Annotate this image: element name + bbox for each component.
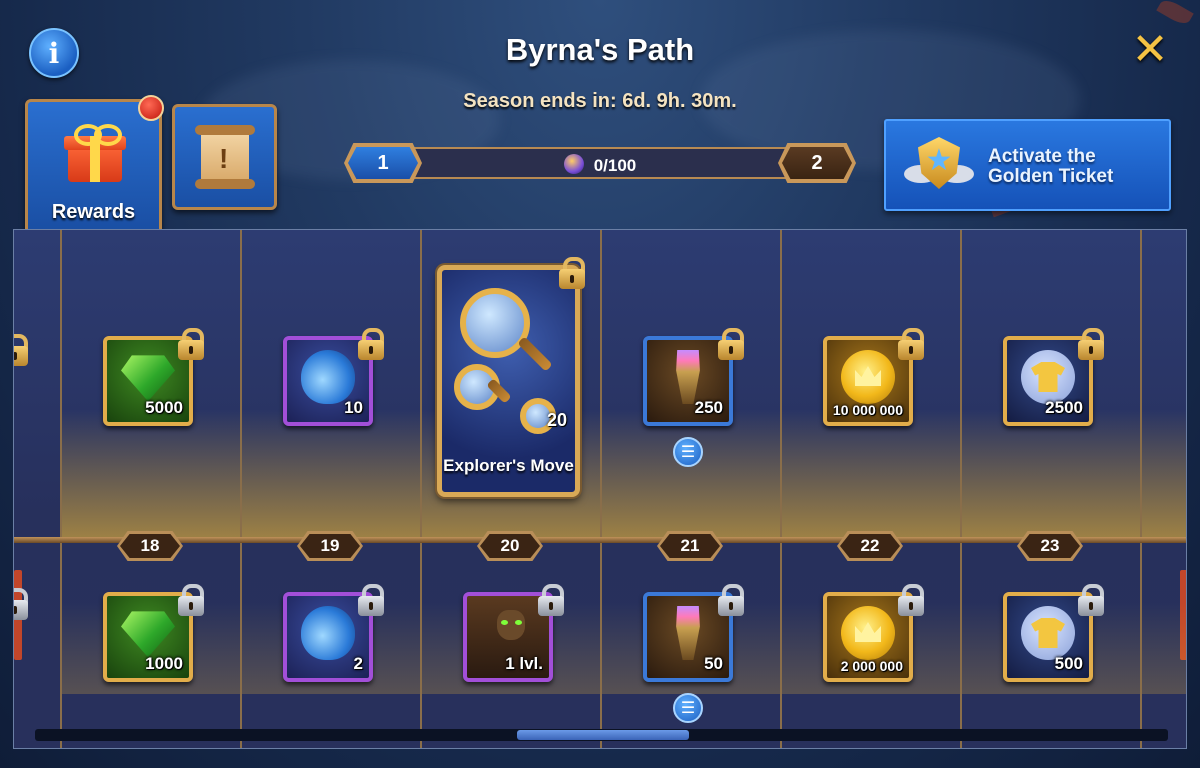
- gold-lock-icon: [358, 328, 384, 360]
- gift-icon: [64, 124, 126, 182]
- reward-column: [1140, 230, 1186, 748]
- level-marker: 19: [297, 531, 363, 561]
- scroll-icon: !: [195, 125, 255, 189]
- gold-lock-icon: [559, 257, 585, 289]
- emerald-icon: [121, 355, 175, 402]
- list-icon: ☰: [680, 444, 696, 461]
- silver-lock-icon: [718, 584, 744, 616]
- potion-icon: [301, 350, 355, 404]
- current-level-badge: 1: [344, 143, 422, 183]
- level-divider: [14, 537, 1186, 543]
- level-marker: 23: [1017, 531, 1083, 561]
- tab-quests[interactable]: !: [172, 104, 277, 210]
- silver-lock-icon: [538, 584, 564, 616]
- tab-rewards[interactable]: Rewards: [25, 99, 162, 232]
- close-icon: ✕: [1131, 25, 1169, 74]
- silver-lock-icon: [14, 588, 28, 620]
- reward-explorers-move[interactable]: 20 Explorer's Move: [437, 265, 580, 497]
- shirt-icon: [1021, 606, 1075, 660]
- level-progress-bar: 0/100: [395, 147, 805, 179]
- reward-name: Explorer's Move: [443, 456, 574, 475]
- gold-coin-icon: [841, 606, 895, 660]
- magnifier-icon: [460, 288, 530, 358]
- list-icon: ☰: [680, 700, 696, 717]
- tab-rewards-label: Rewards: [51, 201, 136, 223]
- horizontal-scrollbar[interactable]: [35, 729, 1168, 741]
- details-list-button[interactable]: ☰: [673, 437, 703, 467]
- potion-icon: [301, 606, 355, 660]
- level-marker: 22: [837, 531, 903, 561]
- notification-badge: [138, 95, 164, 121]
- close-button[interactable]: ✕: [1128, 28, 1172, 72]
- next-level-badge: 2: [778, 143, 856, 183]
- gold-lock-icon: [898, 328, 924, 360]
- level-marker: 21: [657, 531, 723, 561]
- gold-lock-icon: [178, 328, 204, 360]
- details-list-button[interactable]: ☰: [673, 693, 703, 723]
- rewards-track[interactable]: 18 19 20 21 22 23 5000 10 20 Explorer's …: [13, 229, 1187, 749]
- level-marker: 20: [477, 531, 543, 561]
- gold-lock-icon: [718, 328, 744, 360]
- gold-coin-icon: [841, 350, 895, 404]
- gold-lock-icon: [14, 334, 28, 366]
- hero-portrait-icon: [497, 610, 525, 640]
- shirt-icon: [1021, 350, 1075, 404]
- silver-lock-icon: [178, 584, 204, 616]
- path-points-icon: [563, 154, 584, 174]
- emerald-icon: [121, 611, 175, 658]
- silver-lock-icon: [1078, 584, 1104, 616]
- progress-text: 0/100: [593, 156, 637, 175]
- silver-lock-icon: [898, 584, 924, 616]
- activate-golden-ticket-button[interactable]: ★ Activate the Golden Ticket: [884, 119, 1171, 211]
- crystal-torch-icon: [676, 606, 700, 660]
- page-title: Byrna's Path: [505, 32, 695, 67]
- background-leaf: [1156, 0, 1194, 28]
- silver-lock-icon: [358, 584, 384, 616]
- level-marker: 18: [117, 531, 183, 561]
- crystal-torch-icon: [676, 350, 700, 404]
- scrollbar-thumb[interactable]: [517, 730, 689, 740]
- gold-lock-icon: [1078, 328, 1104, 360]
- golden-ticket-emblem-icon: ★: [904, 131, 974, 201]
- golden-ticket-label: Activate the Golden Ticket: [988, 146, 1114, 187]
